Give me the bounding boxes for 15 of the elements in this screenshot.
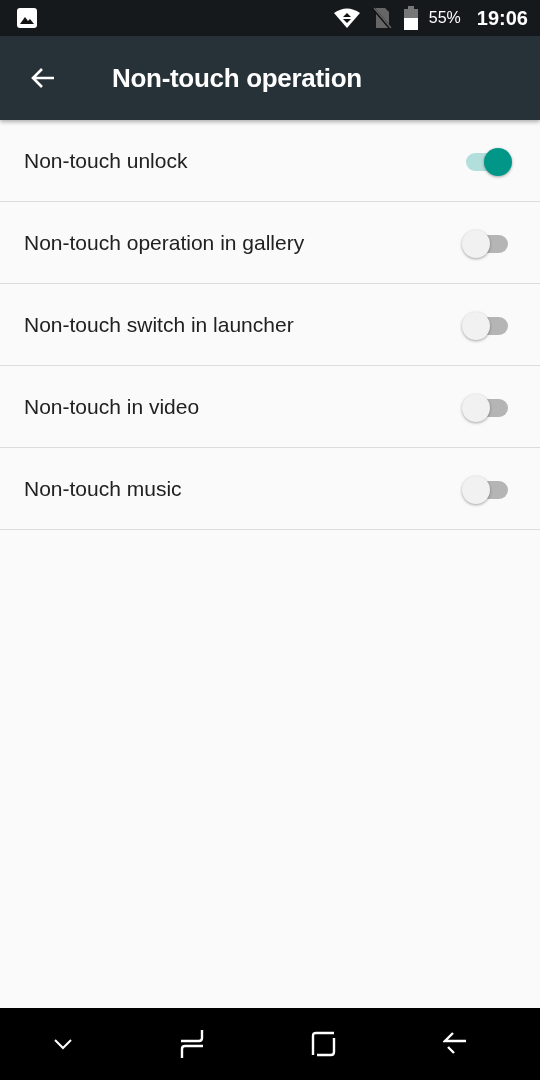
battery-icon	[402, 6, 419, 30]
screen-title: Non-touch operation	[112, 62, 362, 94]
wifi-icon	[332, 7, 361, 29]
image-icon	[16, 7, 38, 29]
no-sim-icon	[370, 6, 393, 30]
home-icon[interactable]	[311, 1031, 337, 1057]
battery-percent: 55%	[428, 9, 461, 27]
chevron-down-icon[interactable]	[53, 1038, 73, 1050]
clock-time: 19:06	[476, 6, 528, 30]
recents-icon[interactable]	[179, 1029, 205, 1059]
setting-label: Non-touch music	[24, 476, 182, 501]
setting-label: Non-touch operation in gallery	[24, 230, 305, 255]
setting-label: Non-touch switch in launcher	[24, 312, 294, 337]
setting-label: Non-touch unlock	[24, 148, 188, 173]
setting-label: Non-touch in video	[24, 394, 200, 419]
